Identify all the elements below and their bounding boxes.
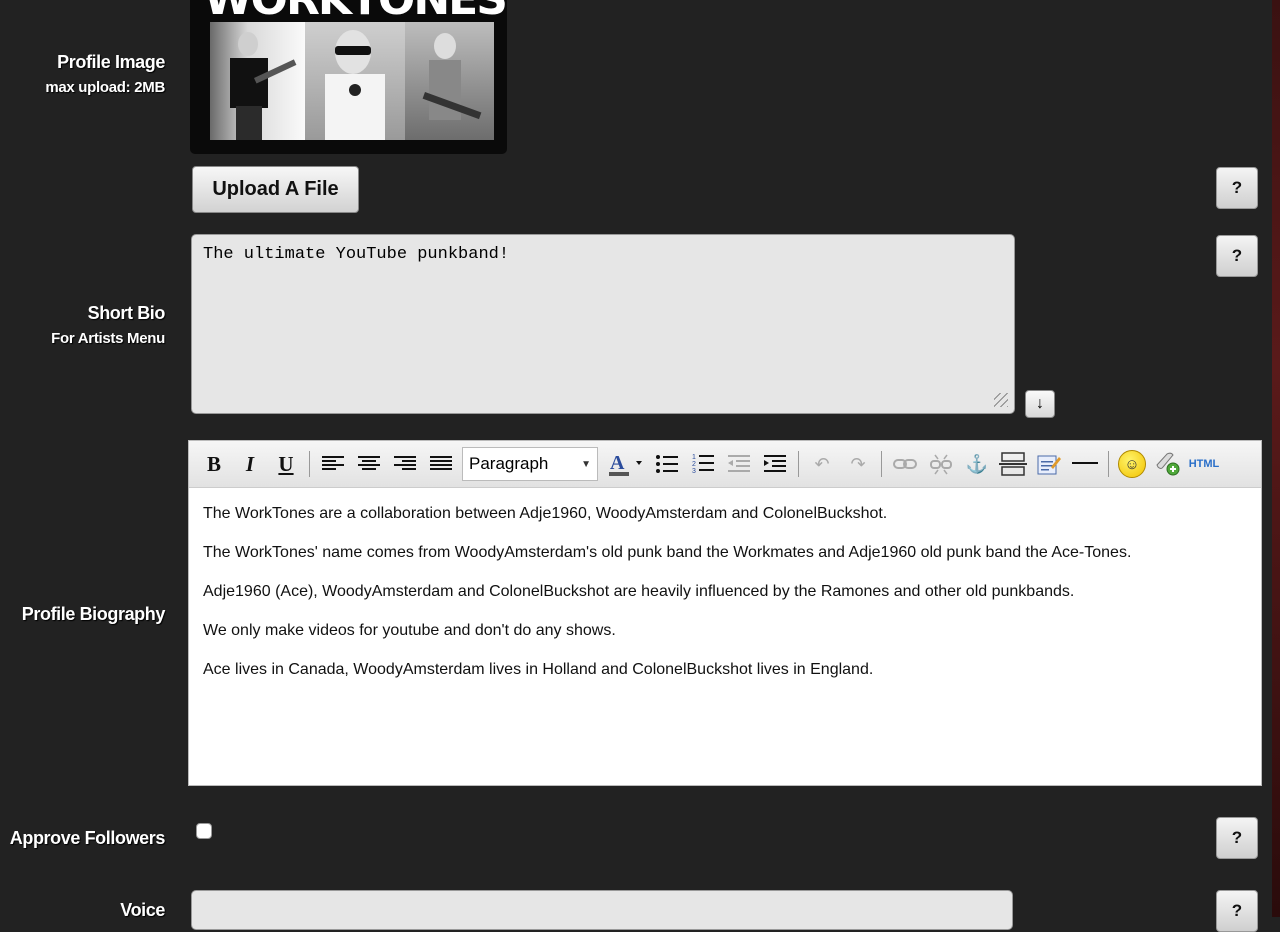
toolbar-separator [1108, 451, 1109, 477]
toolbar-separator [309, 451, 310, 477]
band-photo-2 [305, 22, 405, 140]
bullet-list-icon[interactable] [652, 449, 682, 479]
page-scrollbar[interactable] [1272, 0, 1280, 917]
biography-paragraph: The WorkTones are a collaboration betwee… [203, 505, 888, 522]
resize-grip-icon[interactable] [994, 393, 1008, 407]
short-bio-subtitle: For Artists Menu [51, 330, 165, 347]
align-justify-icon[interactable] [426, 449, 456, 479]
profile-biography-label: Profile Biography [21, 604, 166, 625]
svg-text:3: 3 [692, 468, 696, 475]
voice-help-button[interactable]: ? [1216, 890, 1258, 932]
horizontal-rule-icon[interactable] [1070, 449, 1100, 479]
format-select-value: Paragraph [469, 454, 549, 473]
editor-toolbar: B I U Paragraph ▼ A 123 ↶ ↷ ⚓ ☺ HTML [189, 441, 1261, 488]
biography-paragraph: Adje1960 (Ace), WoodyAmsterdam and Colon… [203, 583, 1075, 600]
undo-icon[interactable]: ↶ [807, 449, 837, 479]
profile-biography-title: Profile Biography [21, 604, 166, 624]
short-bio-title: Short Bio [87, 303, 166, 323]
approve-followers-title: Approve Followers [9, 828, 166, 848]
biography-paragraph: The WorkTones' name comes from WoodyAmst… [203, 544, 1132, 561]
align-center-icon[interactable] [354, 449, 384, 479]
insert-image-icon[interactable] [1153, 449, 1183, 479]
format-select[interactable]: Paragraph ▼ [462, 447, 598, 481]
voice-field[interactable] [191, 890, 1013, 930]
profile-image: WORKTONES [190, 0, 507, 154]
smiley-icon[interactable]: ☺ [1117, 449, 1147, 479]
voice-label: Voice [120, 900, 165, 921]
underline-button[interactable]: U [271, 449, 301, 479]
italic-button[interactable]: I [235, 449, 265, 479]
expand-arrow-button[interactable]: ↓ [1025, 390, 1055, 418]
outdent-icon[interactable] [724, 449, 754, 479]
chevron-down-icon: ▼ [581, 458, 591, 470]
svg-text:1: 1 [692, 454, 696, 461]
unlink-icon[interactable] [926, 449, 956, 479]
bold-button[interactable]: B [199, 449, 229, 479]
html-source-button[interactable]: HTML [1189, 449, 1220, 479]
redo-icon[interactable]: ↷ [843, 449, 873, 479]
svg-text:2: 2 [692, 461, 696, 468]
short-bio-label: Short Bio For Artists Menu [51, 303, 165, 347]
editor-content[interactable]: The WorkTones are a collaboration betwee… [189, 488, 1261, 711]
toolbar-separator [798, 451, 799, 477]
svg-text:A: A [610, 452, 625, 474]
band-photo-3 [405, 22, 494, 140]
short-bio-text: The ultimate YouTube punkband! [203, 245, 510, 264]
align-right-icon[interactable] [390, 449, 420, 479]
biography-paragraph: Ace lives in Canada, WoodyAmsterdam live… [203, 661, 874, 678]
approve-followers-help-button[interactable]: ? [1216, 817, 1258, 859]
biography-paragraph: We only make videos for youtube and don'… [203, 622, 616, 639]
text-color-icon[interactable]: A [606, 449, 646, 479]
approve-followers-label: Approve Followers [9, 828, 166, 849]
biography-editor[interactable]: B I U Paragraph ▼ A 123 ↶ ↷ ⚓ ☺ HTML The… [188, 440, 1262, 786]
page-break-icon[interactable] [998, 449, 1028, 479]
toolbar-separator [881, 451, 882, 477]
link-icon[interactable] [890, 449, 920, 479]
edit-form-icon[interactable] [1034, 449, 1064, 479]
upload-file-button[interactable]: Upload A File [192, 166, 359, 213]
numbered-list-icon[interactable]: 123 [688, 449, 718, 479]
short-bio-textarea[interactable]: The ultimate YouTube punkband! [191, 234, 1015, 414]
approve-followers-checkbox[interactable] [196, 823, 212, 839]
voice-title: Voice [120, 900, 165, 920]
band-photo-1 [210, 22, 305, 140]
profile-image-title: Profile Image [57, 52, 165, 72]
indent-icon[interactable] [760, 449, 790, 479]
profile-image-help-button[interactable]: ? [1216, 167, 1258, 209]
align-left-icon[interactable] [318, 449, 348, 479]
short-bio-help-button[interactable]: ? [1216, 235, 1258, 277]
profile-image-subtitle: max upload: 2MB [45, 79, 165, 96]
anchor-icon[interactable]: ⚓ [962, 449, 992, 479]
profile-image-photos [210, 22, 494, 140]
profile-image-label: Profile Image max upload: 2MB [45, 52, 165, 96]
